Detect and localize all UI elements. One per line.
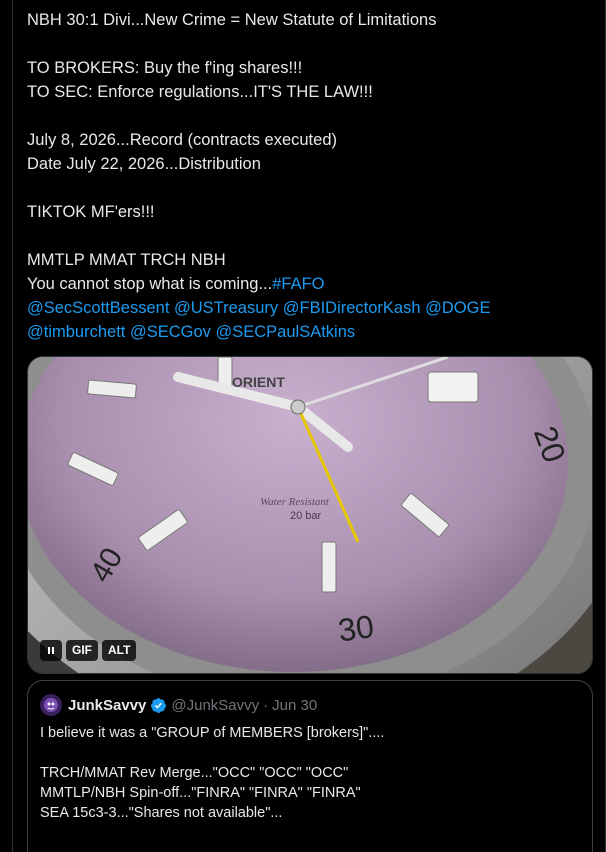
alt-button[interactable]: ALT [102,640,137,661]
quoted-tweet-line: I believe it was a "GROUP of MEMBERS [br… [40,725,385,741]
tweet-text-segment: You cannot stop what is coming... [27,275,273,293]
mention-link[interactable]: @timburchett [27,323,125,341]
quoted-tweet-line: SEA 15c3-3..."Shares not available"... [40,805,283,821]
mention-link[interactable]: @USTreasury [174,299,278,317]
pause-icon [47,647,55,654]
tweet-text-line: July 8, 2026...Record (contracts execute… [27,128,587,152]
tweet-text-line: NBH 30:1 Divi...New Crime = New Statute … [27,8,587,32]
tweet-text-line: You cannot stop what is coming...#FAFO [27,272,587,296]
watch-gif-image: Water Resistant 20 bar ORIENT 20 30 40 [28,357,592,673]
mention-link[interactable]: @DOGE [425,299,490,317]
watch-brand-text: ORIENT [232,374,285,390]
avatar[interactable] [40,694,62,716]
quoted-author-handle[interactable]: @JunkSavvy [171,697,259,714]
tweet-media-gif[interactable]: Water Resistant 20 bar ORIENT 20 30 40 G… [27,356,593,674]
tweet-text-segment: Date July 22, 2026...Distribution [27,155,261,173]
quoted-tweet-line: MMTLP/NBH Spin-off..."FINRA" "FINRA" "FI… [40,785,361,801]
tweet-text-line: TO BROKERS: Buy the f'ing shares!!! [27,56,587,80]
tweet-text-line: MMTLP MMAT TRCH NBH [27,248,587,272]
tweet-text-segment: TO SEC: Enforce regulations...IT'S THE L… [27,83,373,101]
pause-button[interactable] [40,640,62,661]
tweet-text-segment: July 8, 2026...Record (contracts execute… [27,131,337,149]
watch-depth-text: 20 bar [290,510,322,522]
quoted-tweet-header: JunkSavvy @JunkSavvy · Jun 30 [40,693,580,717]
separator-dot: · [263,696,269,714]
tweet-text-segment: TO BROKERS: Buy the f'ing shares!!! [27,59,303,77]
tweet-text-segment: TIKTOK MF'ers!!! [27,203,155,221]
verified-badge-icon [150,697,167,714]
mention-link[interactable]: @SECGov [130,323,211,341]
tweet-text-line: TO SEC: Enforce regulations...IT'S THE L… [27,80,587,104]
mention-link[interactable]: @SECPaulSAtkins [216,323,356,341]
tweet-text-line: Date July 22, 2026...Distribution [27,152,587,176]
tweet-text-line [27,176,587,200]
quoted-tweet-line [40,743,580,763]
watch-water-text: Water Resistant [260,496,330,508]
tweet-text-line: @timburchett @SECGov @SECPaulSAtkins [27,320,587,344]
media-controls: GIF ALT [40,640,137,661]
timeline-divider-left [12,0,13,852]
bezel-30-text: 30 [336,608,376,649]
quoted-tweet-line: TRCH/MMAT Rev Merge..."OCC" "OCC" "OCC" [40,765,349,781]
quoted-tweet[interactable]: JunkSavvy @JunkSavvy · Jun 30 I believe … [27,680,593,852]
tweet-text-segment: MMTLP MMAT TRCH NBH [27,251,226,269]
mention-link[interactable]: @FBIDirectorKash [283,299,421,317]
tweet-text-segment: NBH 30:1 Divi...New Crime = New Statute … [27,11,437,29]
tweet-text: NBH 30:1 Divi...New Crime = New Statute … [27,8,587,344]
tweet-text-line: @SecScottBessent @USTreasury @FBIDirecto… [27,296,587,320]
hashtag-link[interactable]: #FAFO [272,275,324,293]
gif-badge: GIF [66,640,98,661]
quoted-tweet-date[interactable]: Jun 30 [272,697,317,714]
mention-link[interactable]: @SecScottBessent [27,299,169,317]
tweet-text-line [27,224,587,248]
tweet-text-line [27,104,587,128]
tweet-text-line [27,32,587,56]
quoted-author-name[interactable]: JunkSavvy [68,697,146,714]
quoted-tweet-text: I believe it was a "GROUP of MEMBERS [br… [40,723,580,823]
tweet-text-line: TIKTOK MF'ers!!! [27,200,587,224]
